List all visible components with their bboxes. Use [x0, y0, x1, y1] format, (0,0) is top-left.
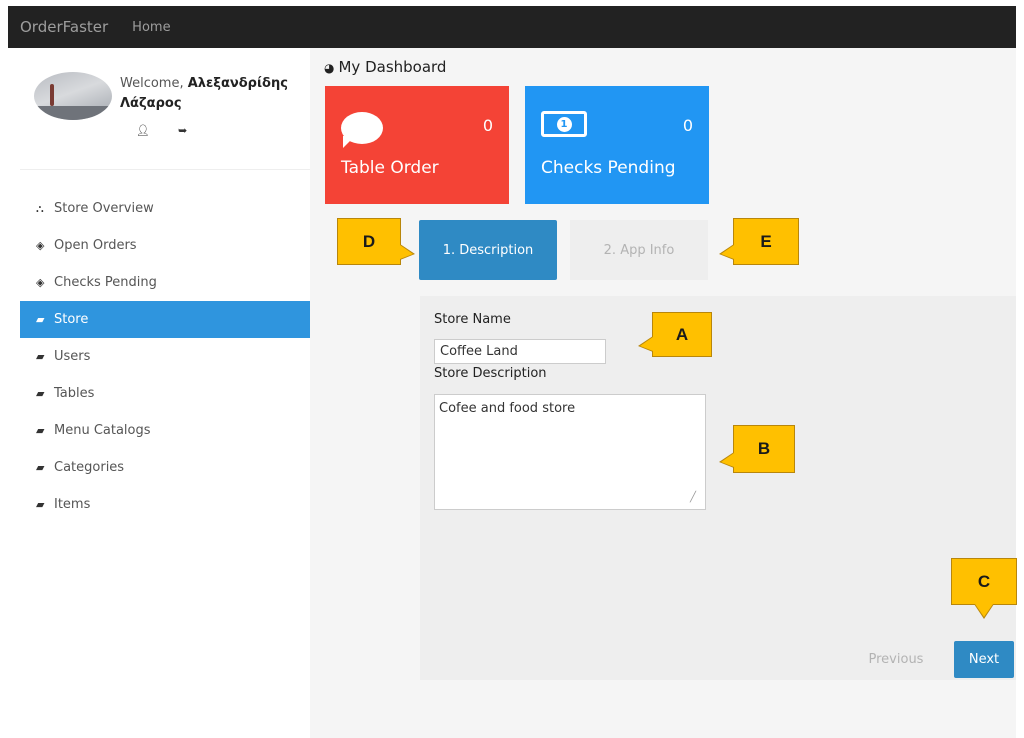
callout-e: E [719, 218, 799, 265]
tab-app-info[interactable]: 2. App Info [570, 220, 708, 280]
main-content: ◕ My Dashboard 0 Table Order 1 0 Checks P… [310, 48, 1017, 738]
tab-description[interactable]: 1. Description [419, 220, 557, 280]
sidebar-item-label: Store Overview [54, 201, 154, 216]
previous-button[interactable]: Previous [853, 641, 939, 678]
sidebar-item-store-overview[interactable]: ⛬ Store Overview [20, 190, 310, 227]
profile-panel: Welcome, Αλεξανδρίδης Λάζαρος 👤︎ ➥ [20, 48, 310, 170]
sidebar-item-users[interactable]: ▰ Users [20, 338, 310, 375]
sidebar-item-categories[interactable]: ▰ Categories [20, 449, 310, 486]
checks-pending-tile[interactable]: 1 0 Checks Pending [525, 86, 709, 204]
book-icon: ▰ [36, 424, 45, 437]
dashboard-icon: ◕ [324, 61, 335, 75]
avatar-ground [34, 106, 112, 120]
sign-out-icon[interactable]: ➥ [178, 124, 187, 137]
page-title: ◕ My Dashboard [324, 58, 446, 76]
sidebar-menu: ⛬ Store Overview ◈ Open Orders ◈ Checks … [20, 190, 310, 523]
sidebar-item-label: Categories [54, 460, 125, 475]
sidebar-item-menu-catalogs[interactable]: ▰ Menu Catalogs [20, 412, 310, 449]
user-icon[interactable]: 👤︎ [136, 124, 150, 137]
nav-home-link[interactable]: Home [132, 20, 170, 35]
coin-icon: 1 [556, 116, 572, 132]
store-form-panel: Store Name Store Description Cofee and f… [420, 296, 1016, 680]
welcome-message: Welcome, Αλεξανδρίδης Λάζαρος [120, 74, 290, 114]
sidebar-item-open-orders[interactable]: ◈ Open Orders [20, 227, 310, 264]
tile-count: 0 [482, 116, 493, 135]
sidebar: Welcome, Αλεξανδρίδης Λάζαρος 👤︎ ➥ ⛬ Sto… [20, 48, 310, 738]
store-name-label: Store Name [434, 312, 511, 327]
sidebar-item-store[interactable]: ▰ Store [20, 301, 310, 338]
callout-b: B [719, 425, 795, 473]
store-description-textarea[interactable]: Cofee and food store [434, 394, 706, 510]
tile-label: Table Order [341, 158, 439, 178]
brand-logo[interactable]: OrderFaster [20, 18, 108, 36]
sidebar-item-label: Open Orders [54, 238, 137, 253]
callout-a: A [638, 312, 712, 357]
book-icon: ▰ [36, 498, 45, 511]
sidebar-item-label: Store [54, 312, 89, 327]
book-icon: ▰ [36, 461, 45, 474]
diamond-icon: ◈ [36, 239, 45, 252]
sitemap-icon: ⛬ [36, 201, 44, 215]
book-icon: ▰ [36, 387, 45, 400]
sidebar-item-label: Items [54, 497, 91, 512]
sidebar-item-label: Checks Pending [54, 275, 157, 290]
welcome-prefix: Welcome, [120, 76, 188, 91]
store-name-input[interactable] [434, 339, 606, 364]
avatar-figure [50, 84, 54, 106]
comment-icon-tail [343, 136, 355, 148]
sidebar-item-items[interactable]: ▰ Items [20, 486, 310, 523]
money-bill-icon: 1 [541, 111, 587, 137]
sidebar-item-checks-pending[interactable]: ◈ Checks Pending [20, 264, 310, 301]
sidebar-item-label: Menu Catalogs [54, 423, 151, 438]
book-icon: ▰ [36, 350, 45, 363]
next-button[interactable]: Next [954, 641, 1014, 678]
top-navbar: OrderFaster Home [8, 6, 1016, 48]
page-title-text: My Dashboard [338, 58, 447, 76]
sidebar-item-label: Tables [54, 386, 95, 401]
callout-c: C [951, 558, 1017, 619]
tile-count: 0 [682, 116, 693, 135]
callout-d: D [337, 218, 415, 265]
tile-label: Checks Pending [541, 158, 676, 178]
avatar [34, 72, 112, 120]
resize-handle-icon[interactable]: ╱ [690, 492, 696, 503]
profile-actions: 👤︎ ➥ [136, 124, 187, 137]
sidebar-item-label: Users [54, 349, 91, 364]
table-order-tile[interactable]: 0 Table Order [325, 86, 509, 204]
book-icon: ▰ [36, 313, 45, 326]
diamond-icon: ◈ [36, 276, 45, 289]
store-description-label: Store Description [434, 366, 547, 381]
sidebar-item-tables[interactable]: ▰ Tables [20, 375, 310, 412]
